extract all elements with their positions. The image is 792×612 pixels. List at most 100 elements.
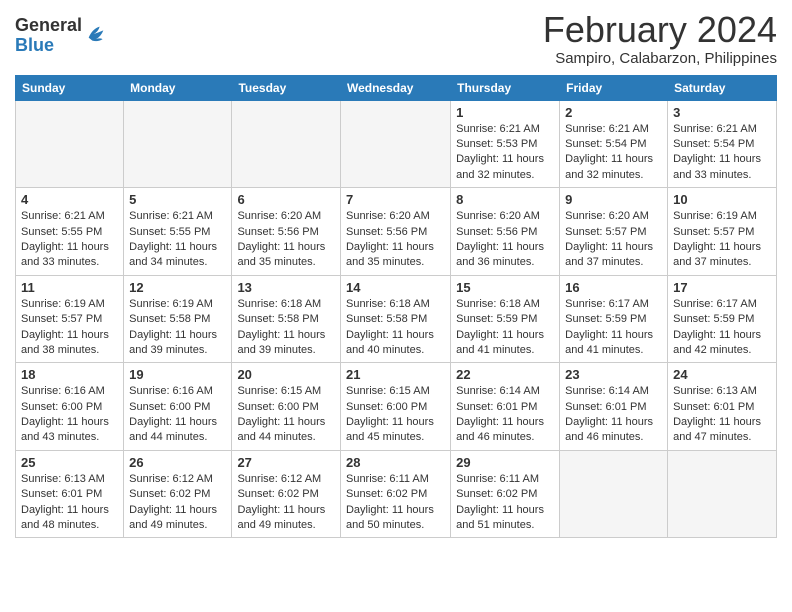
- day-number: 15: [456, 280, 554, 295]
- day-header-sunday: Sunday: [16, 75, 124, 100]
- day-header-monday: Monday: [124, 75, 232, 100]
- calendar-cell: [340, 100, 450, 188]
- cell-sun-info: Sunrise: 6:20 AM Sunset: 5:56 PM Dayligh…: [456, 209, 554, 271]
- cell-sun-info: Sunrise: 6:21 AM Sunset: 5:54 PM Dayligh…: [673, 122, 771, 184]
- calendar-cell: [16, 100, 124, 188]
- calendar-cell: 19Sunrise: 6:16 AM Sunset: 6:00 PM Dayli…: [124, 363, 232, 451]
- week-row-1: 1Sunrise: 6:21 AM Sunset: 5:53 PM Daylig…: [16, 100, 777, 188]
- cell-sun-info: Sunrise: 6:12 AM Sunset: 6:02 PM Dayligh…: [237, 472, 335, 534]
- title-area: February 2024 Sampiro, Calabarzon, Phili…: [543, 10, 777, 67]
- logo: General Blue: [15, 16, 107, 56]
- day-number: 14: [346, 280, 445, 295]
- calendar-cell: 15 Sunrise: 6:18 AM Sunset: 5:59 PM Dayli…: [451, 275, 560, 363]
- day-number: 16: [565, 280, 662, 295]
- calendar-cell: 18 Sunrise: 6:16 AM Sunset: 6:00 PM Dayli…: [16, 363, 124, 451]
- day-number: 4: [21, 192, 118, 207]
- day-number: 20: [237, 367, 335, 382]
- day-headers-row: SundayMondayTuesdayWednesdayThursdayFrid…: [16, 75, 777, 100]
- cell-sun-info: Sunrise: 6:20 AM Sunset: 5:56 PM Dayligh…: [346, 209, 445, 271]
- cell-sun-info: Sunrise: 6:17 AM Sunset: 5:59 PM Dayligh…: [673, 297, 771, 359]
- calendar-cell: 2 Sunrise: 6:21 AM Sunset: 5:54 PM Daylig…: [560, 100, 668, 188]
- cell-sun-info: Sunrise: 6:21 AM Sunset: 5:55 PM Dayligh…: [21, 209, 118, 271]
- cell-sun-info: Sunrise: 6:18 AM Sunset: 5:59 PM Dayligh…: [456, 297, 554, 359]
- week-row-2: 4 Sunrise: 6:21 AM Sunset: 5:55 PM Daylig…: [16, 188, 777, 276]
- calendar-cell: 6Sunrise: 6:20 AM Sunset: 5:56 PM Daylig…: [232, 188, 341, 276]
- calendar-cell: 20 Sunrise: 6:15 AM Sunset: 6:00 PM Dayli…: [232, 363, 341, 451]
- day-header-wednesday: Wednesday: [340, 75, 450, 100]
- day-number: 29: [456, 455, 554, 470]
- cell-sun-info: Sunrise: 6:13 AM Sunset: 6:01 PM Dayligh…: [21, 472, 118, 534]
- calendar-cell: 11 Sunrise: 6:19 AM Sunset: 5:57 PM Dayli…: [16, 275, 124, 363]
- logo-bird-icon: [85, 23, 107, 45]
- day-number: 11: [21, 280, 118, 295]
- cell-sun-info: Sunrise: 6:16 AM Sunset: 6:00 PM Dayligh…: [21, 384, 118, 446]
- day-number: 19: [129, 367, 226, 382]
- day-header-saturday: Saturday: [668, 75, 777, 100]
- calendar-cell: 29 Sunrise: 6:11 AM Sunset: 6:02 PM Dayli…: [451, 450, 560, 538]
- calendar-cell: 17Sunrise: 6:17 AM Sunset: 5:59 PM Dayli…: [668, 275, 777, 363]
- day-number: 9: [565, 192, 662, 207]
- day-header-tuesday: Tuesday: [232, 75, 341, 100]
- calendar-cell: 16Sunrise: 6:17 AM Sunset: 5:59 PM Dayli…: [560, 275, 668, 363]
- calendar-cell: 27 Sunrise: 6:12 AM Sunset: 6:02 PM Dayli…: [232, 450, 341, 538]
- cell-sun-info: Sunrise: 6:14 AM Sunset: 6:01 PM Dayligh…: [565, 384, 662, 446]
- cell-sun-info: Sunrise: 6:19 AM Sunset: 5:57 PM Dayligh…: [21, 297, 118, 359]
- week-row-4: 18 Sunrise: 6:16 AM Sunset: 6:00 PM Dayli…: [16, 363, 777, 451]
- calendar-table: SundayMondayTuesdayWednesdayThursdayFrid…: [15, 75, 777, 539]
- calendar-cell: 7 Sunrise: 6:20 AM Sunset: 5:56 PM Daylig…: [340, 188, 450, 276]
- day-number: 12: [129, 280, 226, 295]
- day-number: 18: [21, 367, 118, 382]
- day-number: 3: [673, 105, 771, 120]
- day-number: 1: [456, 105, 554, 120]
- calendar-cell: 8 Sunrise: 6:20 AM Sunset: 5:56 PM Daylig…: [451, 188, 560, 276]
- calendar-cell: 28 Sunrise: 6:11 AM Sunset: 6:02 PM Dayli…: [340, 450, 450, 538]
- calendar-cell: 12 Sunrise: 6:19 AM Sunset: 5:58 PM Dayli…: [124, 275, 232, 363]
- cell-sun-info: Sunrise: 6:20 AM Sunset: 5:57 PM Dayligh…: [565, 209, 662, 271]
- week-row-5: 25 Sunrise: 6:13 AM Sunset: 6:01 PM Dayli…: [16, 450, 777, 538]
- cell-sun-info: Sunrise: 6:21 AM Sunset: 5:55 PM Dayligh…: [129, 209, 226, 271]
- calendar-cell: 9 Sunrise: 6:20 AM Sunset: 5:57 PM Daylig…: [560, 188, 668, 276]
- day-number: 7: [346, 192, 445, 207]
- calendar-cell: [232, 100, 341, 188]
- calendar-cell: [668, 450, 777, 538]
- cell-sun-info: Sunrise: 6:18 AM Sunset: 5:58 PM Dayligh…: [237, 297, 335, 359]
- day-header-friday: Friday: [560, 75, 668, 100]
- day-number: 8: [456, 192, 554, 207]
- calendar-cell: 13Sunrise: 6:18 AM Sunset: 5:58 PM Dayli…: [232, 275, 341, 363]
- calendar-cell: 5 Sunrise: 6:21 AM Sunset: 5:55 PM Daylig…: [124, 188, 232, 276]
- day-number: 25: [21, 455, 118, 470]
- logo-blue-text: Blue: [15, 36, 82, 56]
- day-number: 24: [673, 367, 771, 382]
- logo-general-text: General: [15, 16, 82, 36]
- calendar-cell: 1Sunrise: 6:21 AM Sunset: 5:53 PM Daylig…: [451, 100, 560, 188]
- cell-sun-info: Sunrise: 6:11 AM Sunset: 6:02 PM Dayligh…: [346, 472, 445, 534]
- page-title: February 2024: [543, 10, 777, 50]
- cell-sun-info: Sunrise: 6:15 AM Sunset: 6:00 PM Dayligh…: [237, 384, 335, 446]
- header: General Blue February 2024 Sampiro, Cala…: [15, 10, 777, 67]
- day-header-thursday: Thursday: [451, 75, 560, 100]
- day-number: 27: [237, 455, 335, 470]
- calendar-cell: [124, 100, 232, 188]
- day-number: 2: [565, 105, 662, 120]
- day-number: 28: [346, 455, 445, 470]
- day-number: 5: [129, 192, 226, 207]
- cell-sun-info: Sunrise: 6:19 AM Sunset: 5:57 PM Dayligh…: [673, 209, 771, 271]
- calendar-cell: 23Sunrise: 6:14 AM Sunset: 6:01 PM Dayli…: [560, 363, 668, 451]
- calendar-cell: 26Sunrise: 6:12 AM Sunset: 6:02 PM Dayli…: [124, 450, 232, 538]
- cell-sun-info: Sunrise: 6:21 AM Sunset: 5:54 PM Dayligh…: [565, 122, 662, 184]
- day-number: 26: [129, 455, 226, 470]
- cell-sun-info: Sunrise: 6:15 AM Sunset: 6:00 PM Dayligh…: [346, 384, 445, 446]
- cell-sun-info: Sunrise: 6:19 AM Sunset: 5:58 PM Dayligh…: [129, 297, 226, 359]
- calendar-cell: 24Sunrise: 6:13 AM Sunset: 6:01 PM Dayli…: [668, 363, 777, 451]
- cell-sun-info: Sunrise: 6:14 AM Sunset: 6:01 PM Dayligh…: [456, 384, 554, 446]
- page-subtitle: Sampiro, Calabarzon, Philippines: [543, 50, 777, 67]
- cell-sun-info: Sunrise: 6:11 AM Sunset: 6:02 PM Dayligh…: [456, 472, 554, 534]
- calendar-cell: 4 Sunrise: 6:21 AM Sunset: 5:55 PM Daylig…: [16, 188, 124, 276]
- calendar-cell: 22Sunrise: 6:14 AM Sunset: 6:01 PM Dayli…: [451, 363, 560, 451]
- cell-sun-info: Sunrise: 6:18 AM Sunset: 5:58 PM Dayligh…: [346, 297, 445, 359]
- day-number: 21: [346, 367, 445, 382]
- calendar-cell: 10Sunrise: 6:19 AM Sunset: 5:57 PM Dayli…: [668, 188, 777, 276]
- week-row-3: 11 Sunrise: 6:19 AM Sunset: 5:57 PM Dayli…: [16, 275, 777, 363]
- day-number: 6: [237, 192, 335, 207]
- calendar-cell: 25 Sunrise: 6:13 AM Sunset: 6:01 PM Dayli…: [16, 450, 124, 538]
